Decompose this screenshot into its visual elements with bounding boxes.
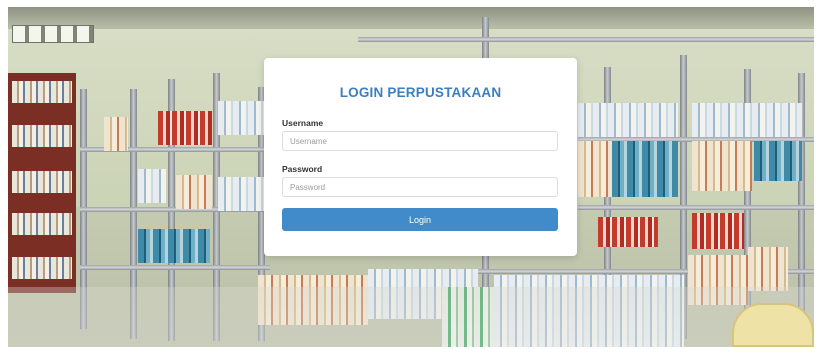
books [754, 141, 802, 181]
books [748, 247, 788, 291]
username-input[interactable] [282, 131, 558, 151]
books [692, 213, 744, 249]
book-row [12, 81, 72, 103]
books [578, 103, 678, 137]
books [692, 141, 752, 191]
login-button[interactable]: Login [282, 208, 558, 231]
books [138, 169, 166, 203]
shelf-beam [358, 37, 814, 42]
books [598, 217, 658, 247]
book-row [12, 125, 72, 147]
login-panel: LOGIN PERPUSTAKAAN Username Password Log… [264, 58, 577, 256]
books [578, 141, 612, 197]
book-row [12, 213, 72, 235]
password-input[interactable] [282, 177, 558, 197]
floor [8, 287, 814, 347]
wooden-bookshelf [8, 73, 76, 293]
books [158, 111, 212, 145]
password-label: Password [282, 164, 323, 174]
books [692, 103, 802, 137]
username-label: Username [282, 118, 324, 128]
books [218, 177, 266, 211]
books [612, 141, 678, 197]
chair [732, 303, 814, 347]
books [176, 175, 212, 209]
book-row [12, 257, 72, 279]
books [104, 117, 128, 151]
ceiling [8, 7, 814, 29]
login-title: LOGIN PERPUSTAKAAN [339, 85, 502, 100]
book-row [12, 171, 72, 193]
shelf-beam [80, 265, 270, 270]
ceiling-light [12, 25, 94, 43]
shelf-beam [578, 205, 814, 210]
books [218, 101, 268, 135]
books [138, 229, 210, 263]
